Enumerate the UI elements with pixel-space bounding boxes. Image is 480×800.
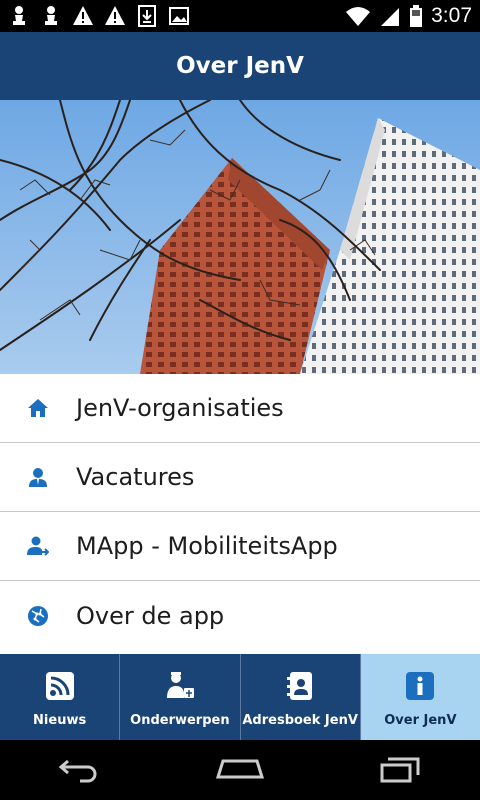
menu-item-mapp[interactable]: MApp - MobiliteitsApp bbox=[0, 512, 480, 581]
wifi-icon bbox=[346, 7, 371, 26]
recent-apps-button[interactable] bbox=[370, 750, 430, 790]
signal-icon bbox=[381, 8, 400, 26]
tab-over-jenv[interactable]: Over JenV bbox=[360, 654, 480, 740]
bottom-tab-bar: Nieuws Onderwerpen Adresboek JenV Over J… bbox=[0, 654, 480, 740]
battery-icon bbox=[410, 5, 423, 27]
page-title: Over JenV bbox=[176, 53, 304, 79]
tab-adresboek[interactable]: Adresboek JenV bbox=[241, 654, 361, 740]
person-arrow-icon bbox=[26, 534, 50, 558]
back-button[interactable] bbox=[50, 750, 110, 790]
menu-item-vacatures[interactable]: Vacatures bbox=[0, 443, 480, 512]
chess-pawn-icon bbox=[45, 6, 57, 25]
tab-label: Onderwerpen bbox=[130, 713, 230, 728]
recent-apps-icon bbox=[380, 757, 420, 783]
justice-icon bbox=[164, 670, 196, 702]
menu-item-label: JenV-organisaties bbox=[76, 394, 284, 422]
system-icons: 3:07 bbox=[345, 3, 472, 29]
tab-label: Over JenV bbox=[384, 713, 457, 728]
system-navigation-bar bbox=[0, 740, 480, 800]
warning-icon bbox=[105, 6, 125, 25]
download-icon bbox=[138, 5, 156, 27]
globe-icon bbox=[26, 604, 50, 628]
home-icon bbox=[26, 396, 50, 420]
menu-item-label: Vacatures bbox=[76, 463, 195, 491]
tab-onderwerpen[interactable]: Onderwerpen bbox=[120, 654, 241, 740]
tab-nieuws[interactable]: Nieuws bbox=[0, 654, 121, 740]
menu-item-jenv-organisaties[interactable]: JenV-organisaties bbox=[0, 374, 480, 443]
menu-item-label: Over de app bbox=[76, 601, 225, 630]
clock: 3:07 bbox=[431, 4, 472, 27]
chess-pawn-icon bbox=[13, 6, 25, 25]
home-nav-icon bbox=[215, 759, 265, 779]
menu-item-over-de-app[interactable]: Over de app bbox=[0, 581, 480, 650]
hero-image bbox=[0, 100, 480, 374]
app-bar: Over JenV bbox=[0, 32, 480, 100]
info-icon bbox=[404, 670, 436, 702]
menu-item-label: MApp - MobiliteitsApp bbox=[76, 532, 338, 560]
person-icon bbox=[26, 465, 50, 489]
warning-icon bbox=[73, 6, 93, 25]
menu-list: JenV-organisaties Vacatures MApp - Mobil… bbox=[0, 374, 480, 654]
tab-label: Nieuws bbox=[33, 713, 87, 728]
image-icon bbox=[169, 7, 189, 25]
rss-icon bbox=[44, 670, 76, 702]
notification-icons bbox=[8, 4, 190, 28]
address-book-icon bbox=[284, 670, 316, 702]
tab-label: Adresboek JenV bbox=[242, 713, 358, 728]
back-icon bbox=[58, 759, 97, 783]
buildings-photo bbox=[0, 100, 480, 374]
home-button[interactable] bbox=[210, 750, 270, 790]
status-bar: 3:07 bbox=[0, 0, 480, 32]
